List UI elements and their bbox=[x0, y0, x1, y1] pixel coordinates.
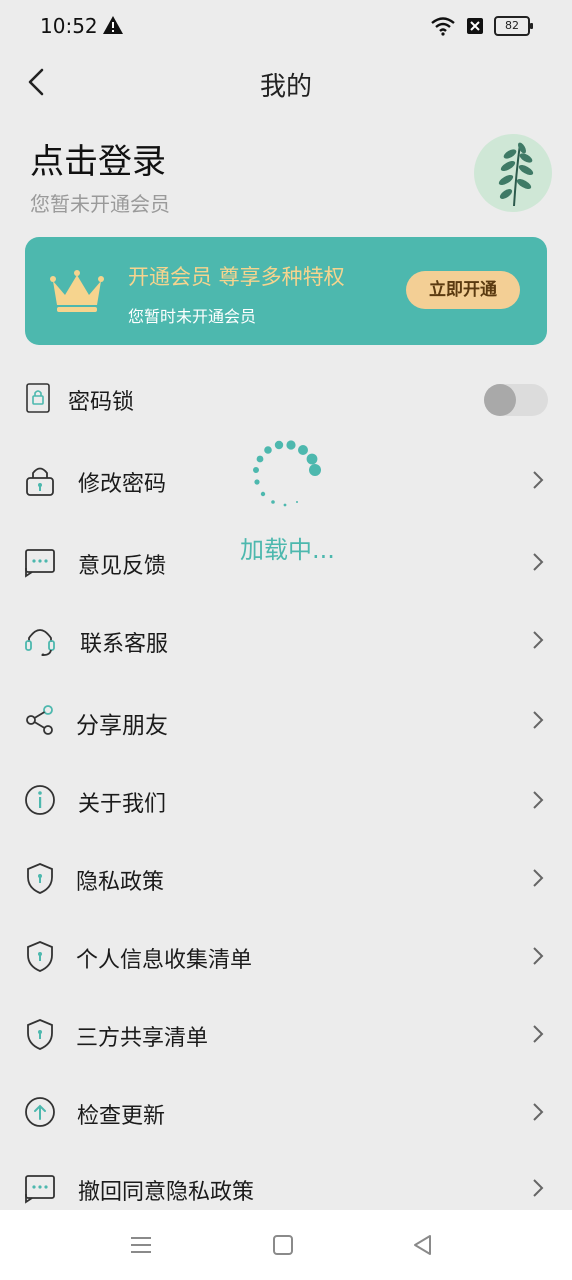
chevron-right-icon bbox=[533, 947, 544, 965]
menu-icon[interactable] bbox=[128, 1232, 154, 1258]
battery-level: 82 bbox=[505, 19, 519, 32]
share-icon bbox=[26, 705, 53, 735]
vip-title: 开通会员 尊享多种特权 bbox=[128, 265, 345, 289]
chevron-right-icon bbox=[533, 471, 544, 489]
chevron-right-icon bbox=[533, 791, 544, 809]
menu-label: 分享朋友 bbox=[76, 713, 168, 739]
page-title: 我的 bbox=[259, 72, 312, 102]
status-bar: 10:52 82 bbox=[0, 0, 572, 52]
menu-label: 个人信息收集清单 bbox=[76, 948, 253, 973]
menu-item-password-lock: 密码锁 bbox=[0, 368, 572, 428]
header: 我的 bbox=[0, 52, 572, 112]
padlock-icon bbox=[26, 467, 54, 496]
password-lock-toggle[interactable] bbox=[484, 384, 548, 416]
menu-item-about[interactable]: 关于我们 bbox=[0, 770, 572, 830]
upload-icon bbox=[25, 1097, 55, 1127]
menu-item-privacy-policy[interactable]: 隐私政策 bbox=[0, 848, 572, 908]
menu-item-third-party-sharing[interactable]: 三方共享清单 bbox=[0, 1004, 572, 1064]
vip-subtitle: 您暂时未开通会员 bbox=[128, 307, 257, 326]
leaf-branch-icon bbox=[498, 142, 534, 207]
membership-status: 您暂未开通会员 bbox=[30, 192, 170, 216]
menu-item-personal-info-list[interactable]: 个人信息收集清单 bbox=[0, 926, 572, 986]
chevron-right-icon bbox=[533, 1179, 544, 1197]
menu-label: 检查更新 bbox=[77, 1104, 166, 1129]
warning-icon bbox=[103, 16, 123, 34]
menu-label: 撤回同意隐私政策 bbox=[78, 1180, 255, 1205]
info-icon bbox=[25, 785, 55, 815]
toggle-knob bbox=[484, 384, 516, 416]
wifi-icon bbox=[431, 17, 455, 36]
login-link[interactable]: 点击登录 bbox=[30, 134, 166, 183]
feedback-icon bbox=[25, 1175, 55, 1204]
menu-label: 密码锁 bbox=[68, 390, 135, 415]
lock-icon bbox=[26, 383, 50, 413]
battery-icon: 82 bbox=[494, 16, 533, 36]
chevron-right-icon bbox=[533, 1103, 544, 1121]
home-square-icon[interactable] bbox=[270, 1232, 296, 1258]
menu-label: 关于我们 bbox=[78, 792, 167, 817]
menu-item-check-update[interactable]: 检查更新 bbox=[0, 1082, 572, 1142]
system-nav-bar bbox=[0, 1210, 572, 1280]
feedback-icon bbox=[25, 549, 55, 578]
menu-label: 联系客服 bbox=[80, 632, 169, 657]
menu-item-customer-service[interactable]: 联系客服 bbox=[0, 610, 572, 670]
no-sim-icon bbox=[467, 18, 483, 34]
chevron-right-icon bbox=[533, 869, 544, 887]
status-time: 10:52 bbox=[40, 14, 98, 38]
crown-icon bbox=[50, 270, 104, 312]
menu-label: 意见反馈 bbox=[78, 554, 167, 579]
open-vip-button[interactable]: 立即开通 bbox=[406, 271, 520, 309]
chevron-right-icon bbox=[533, 553, 544, 571]
back-triangle-icon[interactable] bbox=[410, 1232, 436, 1258]
headset-icon bbox=[25, 629, 55, 656]
shield-icon bbox=[27, 941, 53, 972]
chevron-right-icon bbox=[533, 1025, 544, 1043]
menu-label: 修改密码 bbox=[78, 472, 167, 497]
chevron-right-icon bbox=[533, 711, 544, 729]
menu-item-share[interactable]: 分享朋友 bbox=[0, 690, 572, 750]
vip-banner[interactable]: 开通会员 尊享多种特权 您暂时未开通会员 立即开通 bbox=[25, 237, 547, 345]
shield-icon bbox=[27, 863, 53, 894]
chevron-right-icon bbox=[533, 631, 544, 649]
menu-label: 三方共享清单 bbox=[76, 1026, 209, 1051]
loading-text: 加载中... bbox=[240, 536, 335, 564]
avatar[interactable] bbox=[474, 134, 552, 212]
shield-icon bbox=[27, 1019, 53, 1050]
menu-label: 隐私政策 bbox=[76, 870, 165, 895]
menu-item-withdraw-privacy-consent[interactable]: 撤回同意隐私政策 bbox=[0, 1158, 572, 1218]
